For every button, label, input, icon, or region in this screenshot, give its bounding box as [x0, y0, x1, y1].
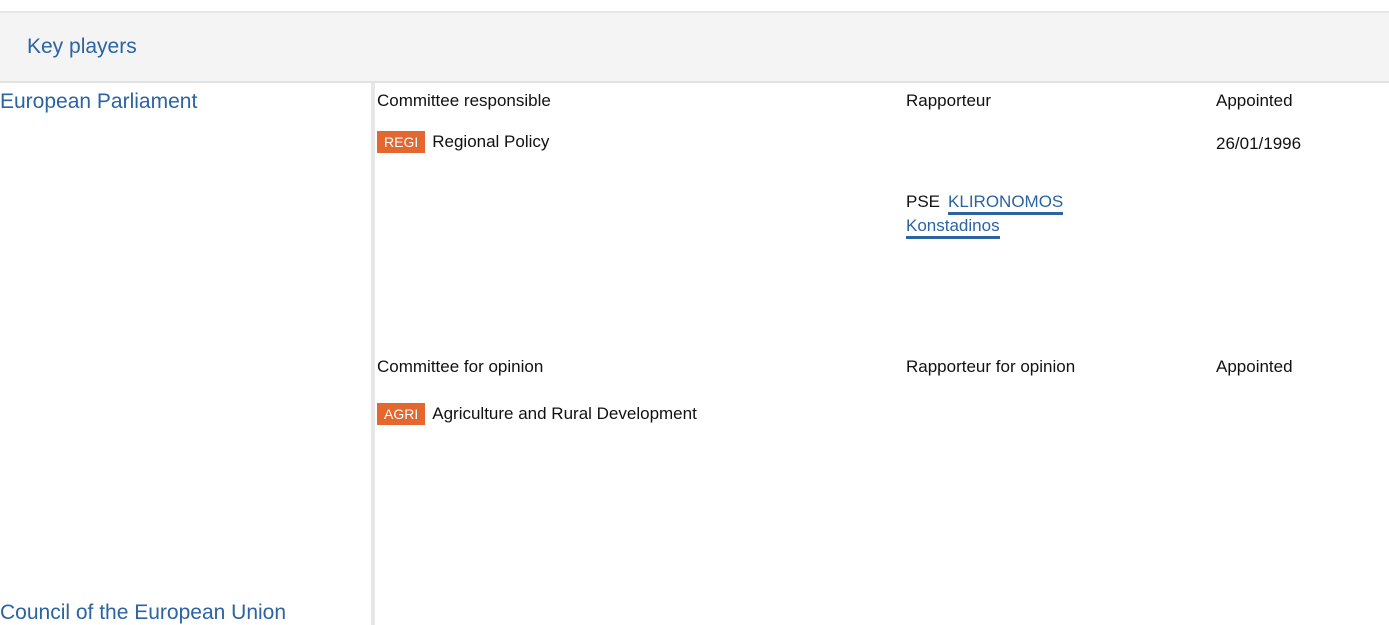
committee-name: Regional Policy — [432, 132, 550, 151]
appointed-date: 26/01/1996 — [1216, 134, 1302, 153]
key-players-header: Key players — [0, 13, 1389, 83]
rapporteur-link-surname[interactable]: KLIRONOMOS — [948, 192, 1064, 215]
committee-code-badge: REGI — [377, 131, 426, 153]
party-label: PSE — [906, 192, 941, 211]
rapporteur-heading: Rapporteur — [906, 91, 992, 110]
rapporteur-entry: PSE KLIRONOMOS Konstadinos — [906, 190, 1064, 239]
european-parliament-label: European Parliament — [0, 90, 198, 113]
committee-code-badge: AGRI — [377, 403, 426, 425]
responsible-committee-row: REGI Regional Policy — [377, 131, 549, 153]
committee-name: Agriculture and Rural Development — [432, 404, 697, 423]
appointed-opinion-heading: Appointed — [1216, 357, 1293, 376]
rapporteur-link-firstname[interactable]: Konstadinos — [906, 216, 1000, 239]
committee-responsible-heading: Committee responsible — [377, 91, 551, 110]
rapporteur-opinion-heading: Rapporteur for opinion — [906, 357, 1076, 376]
opinion-committee-row: AGRI Agriculture and Rural Development — [377, 403, 697, 425]
council-label: Council of the European Union — [0, 601, 287, 624]
appointed-heading: Appointed — [1216, 91, 1293, 110]
page-title: Key players — [27, 35, 137, 58]
actor-column: European Parliament Council of the Europ… — [0, 83, 371, 625]
players-details: Committee responsible Rapporteur Appoint… — [375, 83, 1389, 625]
committee-opinion-heading: Committee for opinion — [377, 357, 544, 376]
